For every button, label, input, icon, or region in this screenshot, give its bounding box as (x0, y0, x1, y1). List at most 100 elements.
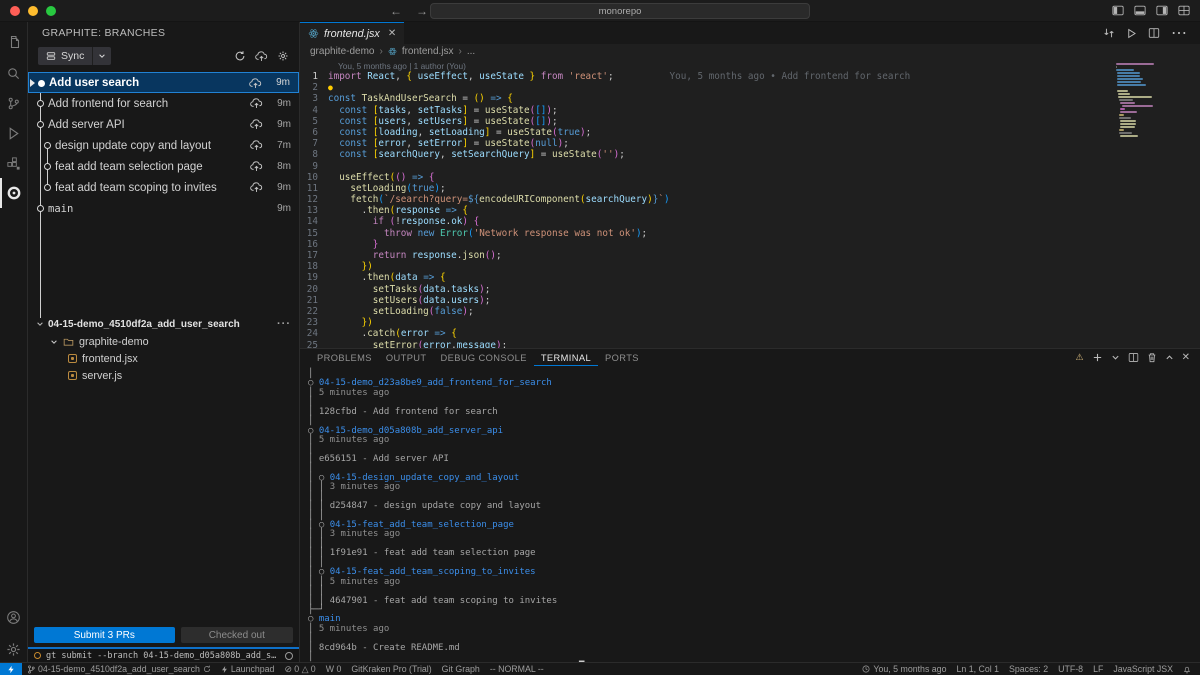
file-tree: frontend.jsx server.js (28, 350, 299, 384)
open-changes-icon[interactable] (1103, 27, 1115, 39)
line-number: 15 (300, 228, 328, 239)
codelens-authors[interactable]: You, 5 months ago | 1 author (You) (338, 61, 1200, 71)
split-editor-icon[interactable] (1148, 27, 1160, 39)
branch-label: Add user search (49, 77, 139, 89)
maximize-panel-icon[interactable] (1165, 353, 1174, 362)
more-actions-icon[interactable]: ··· (277, 318, 291, 330)
panel-tab-debug-console[interactable]: DEBUG CONSOLE (434, 349, 534, 366)
branch-node-icon (37, 121, 44, 128)
toggle-panel-icon[interactable] (1134, 5, 1146, 16)
cloud-upload-icon[interactable] (255, 50, 268, 63)
submit-prs-button[interactable]: Submit 3 PRs (34, 627, 175, 643)
close-window-button[interactable] (10, 6, 20, 16)
stack-section-header[interactable]: 04-15-demo_4510df2a_add_user_search ··· (28, 315, 299, 333)
code-line: 8 const [searchQuery, setSearchQuery] = … (300, 149, 1200, 160)
terminal[interactable]: │○ 04-15-demo_d23a8be9_add_frontend_for_… (300, 366, 1200, 662)
branch-row[interactable]: main9m (28, 198, 299, 219)
terminal-line: │ │ d254847 - design update copy and lay… (308, 502, 1200, 511)
code-editor[interactable]: You, 5 months ago | 1 author (You) 1impo… (300, 59, 1200, 348)
status-blame[interactable]: You, 5 months ago (857, 664, 951, 674)
more-actions-icon[interactable]: ⋯ (1171, 23, 1188, 43)
code-line: 9 (300, 161, 1200, 172)
explorer-icon[interactable] (0, 28, 27, 58)
cloud-upload-icon[interactable] (250, 97, 263, 110)
chevron-down-icon[interactable] (1111, 353, 1120, 362)
checked-out-button[interactable]: Checked out (181, 627, 293, 643)
cloud-upload-icon[interactable] (250, 181, 263, 194)
status-branch[interactable]: 04-15-demo_4510df2a_add_user_search (22, 664, 216, 674)
panel-tabs: PROBLEMSOUTPUTDEBUG CONSOLETERMINALPORTS… (300, 349, 1200, 366)
forward-icon[interactable]: → (416, 4, 428, 18)
status-problems[interactable]: ⊘ 0 △ 0 (279, 664, 320, 675)
status-gitkraken[interactable]: GitKraken Pro (Trial) (346, 664, 436, 674)
panel-tab-ports[interactable]: PORTS (598, 349, 646, 366)
refresh-icon[interactable] (234, 50, 246, 62)
tab-frontend-jsx[interactable]: frontend.jsx ✕ (300, 22, 404, 44)
react-icon (388, 47, 397, 56)
cloud-upload-icon[interactable] (250, 118, 263, 131)
trash-icon[interactable] (1147, 352, 1157, 363)
status-vim-mode[interactable]: -- NORMAL -- (485, 664, 549, 674)
branch-row[interactable]: feat add team selection page8m (28, 156, 299, 177)
source-control-icon[interactable] (0, 88, 27, 118)
status-git-graph[interactable]: Git Graph (437, 664, 485, 674)
status-bell[interactable] (1178, 665, 1196, 674)
status-indentation[interactable]: Spaces: 2 (1004, 664, 1053, 674)
search-icon[interactable] (0, 58, 27, 88)
close-icon[interactable]: ✕ (388, 28, 396, 39)
status-language[interactable]: JavaScript JSX (1108, 664, 1178, 674)
close-panel-icon[interactable]: ✕ (1182, 352, 1190, 363)
panel-tab-problems[interactable]: PROBLEMS (310, 349, 379, 366)
branch-row[interactable]: Add frontend for search9m (28, 93, 299, 114)
minimize-window-button[interactable] (28, 6, 38, 16)
branch-row[interactable]: Add server API9m (28, 114, 299, 135)
branch-row[interactable]: feat add team scoping to invites9m (28, 177, 299, 198)
sync-button[interactable]: Sync (38, 47, 111, 65)
js-file-icon (68, 371, 77, 380)
status-eol[interactable]: LF (1088, 664, 1108, 674)
gear-icon[interactable] (277, 50, 289, 62)
file-label: frontend.jsx (82, 353, 138, 365)
toggle-sidebar-icon[interactable] (1112, 5, 1124, 16)
toggle-secondary-sidebar-icon[interactable] (1156, 5, 1168, 16)
cloud-upload-icon[interactable] (249, 77, 262, 90)
sync-dropdown-button[interactable] (93, 47, 111, 65)
code-line: 15 throw new Error('Network response was… (300, 228, 1200, 239)
run-file-icon[interactable] (1126, 28, 1137, 39)
graphite-icon[interactable] (0, 178, 27, 208)
tree-item-folder[interactable]: graphite-demo (28, 333, 299, 350)
settings-gear-icon[interactable] (0, 636, 27, 662)
split-terminal-icon[interactable] (1128, 352, 1139, 363)
panel-tab-output[interactable]: OUTPUT (379, 349, 434, 366)
customize-layout-icon[interactable] (1178, 5, 1190, 16)
breadcrumb[interactable]: graphite-demo›frontend.jsx›... (300, 44, 1200, 59)
status-launchpad[interactable]: Launchpad (216, 664, 280, 674)
new-terminal-icon[interactable] (1092, 352, 1103, 363)
status-encoding[interactable]: UTF-8 (1053, 664, 1088, 674)
terminal-line: ○ main (308, 615, 1200, 624)
back-icon[interactable]: ← (390, 4, 402, 18)
branch-row[interactable]: design update copy and layout7m (28, 135, 299, 156)
breadcrumb-item[interactable]: frontend.jsx (402, 46, 454, 57)
tree-item-file[interactable]: frontend.jsx (28, 350, 299, 367)
run-debug-icon[interactable] (0, 118, 27, 148)
command-center-search[interactable]: monorepo (430, 3, 810, 19)
breadcrumb-item[interactable]: ... (467, 46, 475, 57)
branch-node-icon (37, 100, 44, 107)
remote-indicator[interactable] (0, 663, 22, 675)
zoom-window-button[interactable] (46, 6, 56, 16)
breadcrumb-item[interactable]: graphite-demo (310, 46, 374, 57)
accounts-icon[interactable] (0, 602, 27, 632)
zap-icon (221, 665, 228, 674)
status-cursor-position[interactable]: Ln 1, Col 1 (951, 664, 1004, 674)
gt-submit-progress: gt submit --branch 04-15-demo_d05a808b_a… (28, 647, 299, 662)
cancel-circle-icon[interactable] (285, 652, 293, 660)
panel-tab-terminal[interactable]: TERMINAL (534, 349, 598, 366)
cloud-upload-icon[interactable] (250, 139, 263, 152)
cloud-upload-icon[interactable] (250, 160, 263, 173)
branch-row[interactable]: Add user search9m (28, 72, 299, 93)
status-w[interactable]: W 0 (321, 664, 347, 674)
minimap[interactable] (1116, 63, 1156, 138)
tree-item-file[interactable]: server.js (28, 367, 299, 384)
extensions-icon[interactable] (0, 148, 27, 178)
